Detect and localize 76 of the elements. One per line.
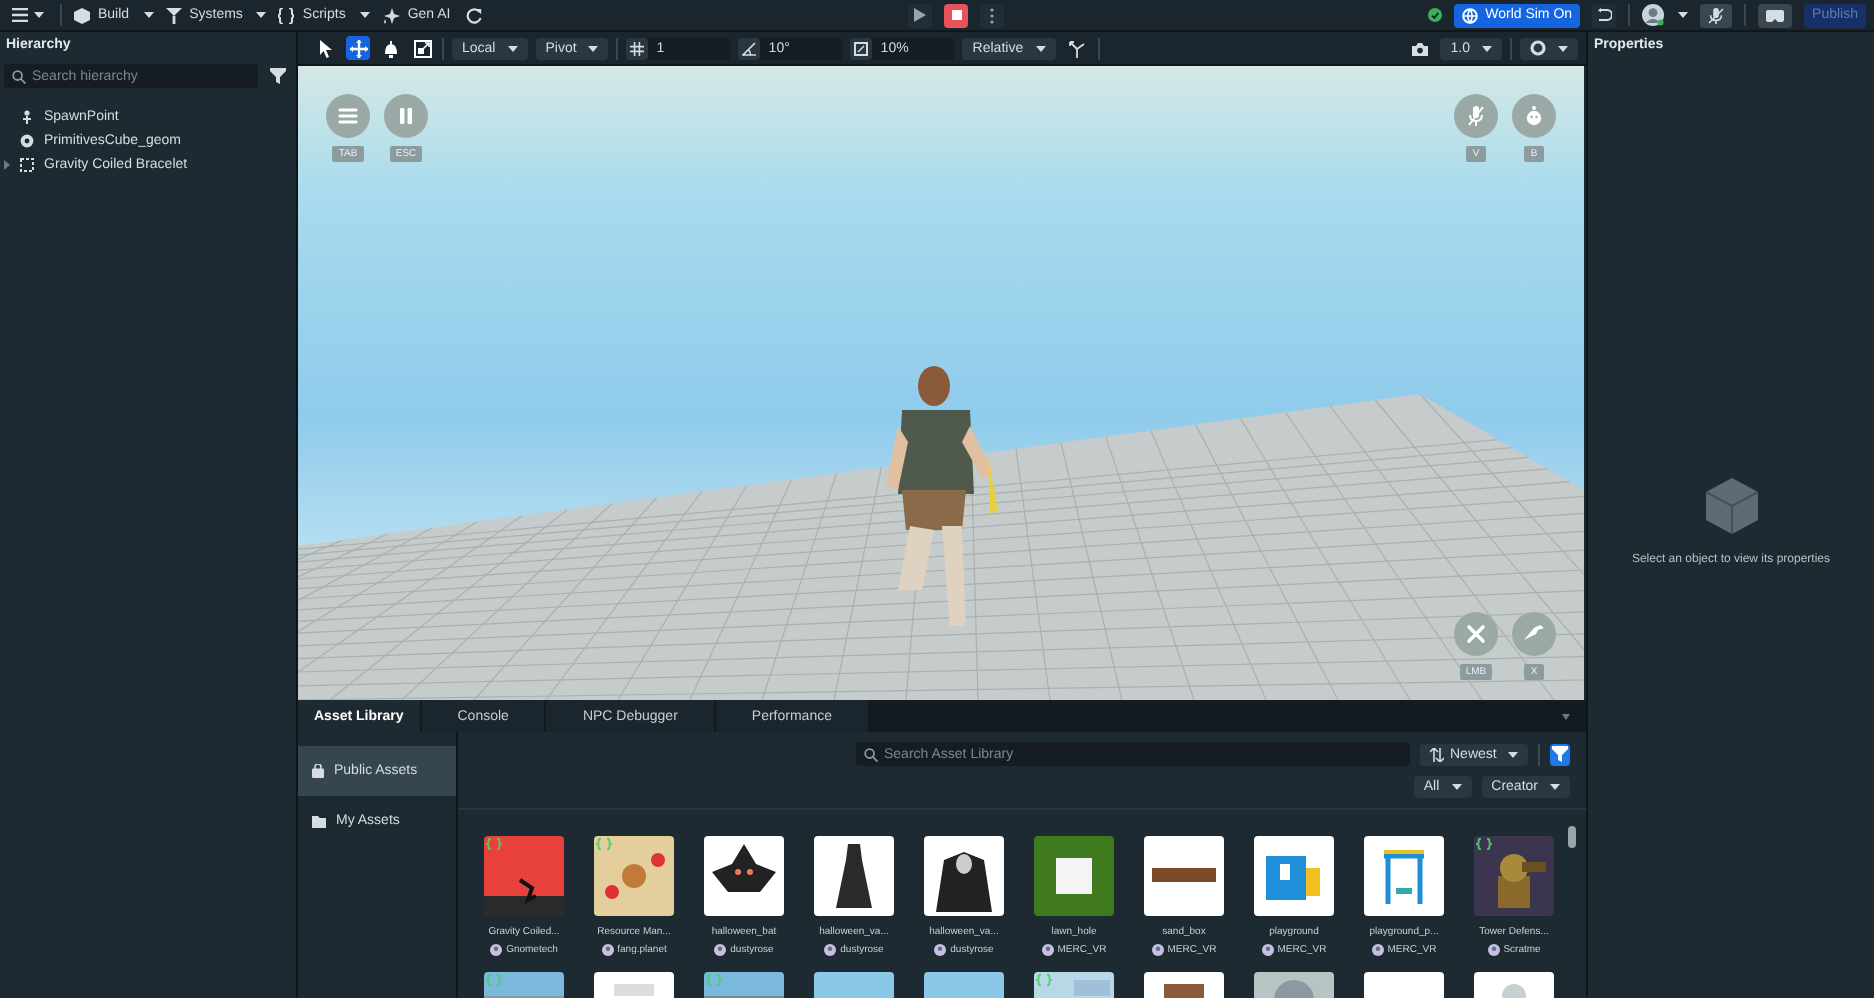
caret-icon <box>1482 45 1492 51</box>
menu-icon <box>12 8 28 22</box>
sphere-icon <box>20 133 34 147</box>
more-button[interactable] <box>980 3 1005 27</box>
tool-button[interactable] <box>410 36 434 60</box>
mic-off-icon <box>1708 7 1725 23</box>
braces-icon <box>278 7 295 23</box>
avatar-icon <box>1642 4 1665 26</box>
angle-icon <box>742 41 757 55</box>
dropdown[interactable] <box>1520 37 1578 59</box>
avatar-icon <box>1151 944 1164 956</box>
sort-icon <box>1430 747 1444 761</box>
filter-icon[interactable] <box>270 68 286 84</box>
filter-button[interactable] <box>1550 743 1570 765</box>
move-icon <box>349 39 367 57</box>
play-button[interactable] <box>908 3 933 27</box>
circle-icon <box>1530 40 1546 56</box>
cursor-icon <box>317 39 335 57</box>
caret-icon <box>1678 12 1689 18</box>
scale-icon <box>854 41 869 55</box>
stop-icon <box>951 10 962 20</box>
mic-off-icon <box>1462 102 1490 130</box>
bell-icon <box>381 39 399 57</box>
scale-icon <box>413 39 431 57</box>
avatar-icon <box>1041 944 1054 956</box>
pin-icon <box>20 109 34 123</box>
caret-icon <box>359 12 370 18</box>
caret-icon <box>1451 783 1462 789</box>
funnel-icon <box>165 7 182 23</box>
tool-button[interactable] <box>346 36 370 60</box>
profile-button[interactable] <box>1642 4 1689 26</box>
avatar-icon <box>824 944 837 956</box>
avatar-icon <box>714 944 727 956</box>
search-icon <box>12 69 26 83</box>
caret-icon <box>1035 45 1046 51</box>
caret-icon <box>1550 783 1560 789</box>
hash-icon <box>630 41 645 55</box>
mute-button[interactable] <box>1700 3 1733 27</box>
play-icon <box>914 8 927 22</box>
filter-icon <box>1552 746 1569 762</box>
folder-icon <box>312 815 326 827</box>
caret-icon <box>143 12 154 18</box>
caret-icon <box>256 12 267 18</box>
camera-icon[interactable] <box>1412 41 1429 55</box>
status-check-icon <box>1427 8 1442 22</box>
avatar-icon <box>1371 944 1384 956</box>
pivot-icon[interactable] <box>1067 39 1086 57</box>
avatar-icon <box>601 944 614 956</box>
search-icon <box>864 747 878 761</box>
more-icon <box>990 7 995 23</box>
vr-button[interactable] <box>1758 3 1793 27</box>
stop-button[interactable] <box>944 3 969 27</box>
refresh-icon[interactable] <box>466 7 483 23</box>
scrollbar-thumb[interactable] <box>1568 826 1576 848</box>
caret-icon <box>1558 45 1568 51</box>
undo-button[interactable] <box>1592 3 1617 27</box>
menu-icon <box>334 102 362 130</box>
caret-icon <box>34 12 44 18</box>
avatar-icon <box>1487 944 1500 956</box>
cube-icon <box>1705 478 1757 534</box>
cube-icon <box>74 7 90 23</box>
collapse-caret-icon[interactable] <box>1562 713 1570 719</box>
dashed-square-icon <box>20 157 34 171</box>
undo-icon <box>1596 8 1613 22</box>
close-icon <box>1462 620 1490 648</box>
avatar-icon <box>934 944 947 956</box>
sparkle-icon <box>381 7 400 23</box>
caret-icon <box>588 45 599 51</box>
avatar-icon <box>490 944 503 956</box>
headset-icon <box>1766 9 1785 21</box>
caret-icon <box>507 45 518 51</box>
globe-icon <box>1461 7 1478 23</box>
avatar-icon <box>1261 944 1274 956</box>
bag-icon <box>312 764 324 778</box>
main-menu-button[interactable] <box>8 3 48 27</box>
caret-icon <box>1508 751 1519 757</box>
